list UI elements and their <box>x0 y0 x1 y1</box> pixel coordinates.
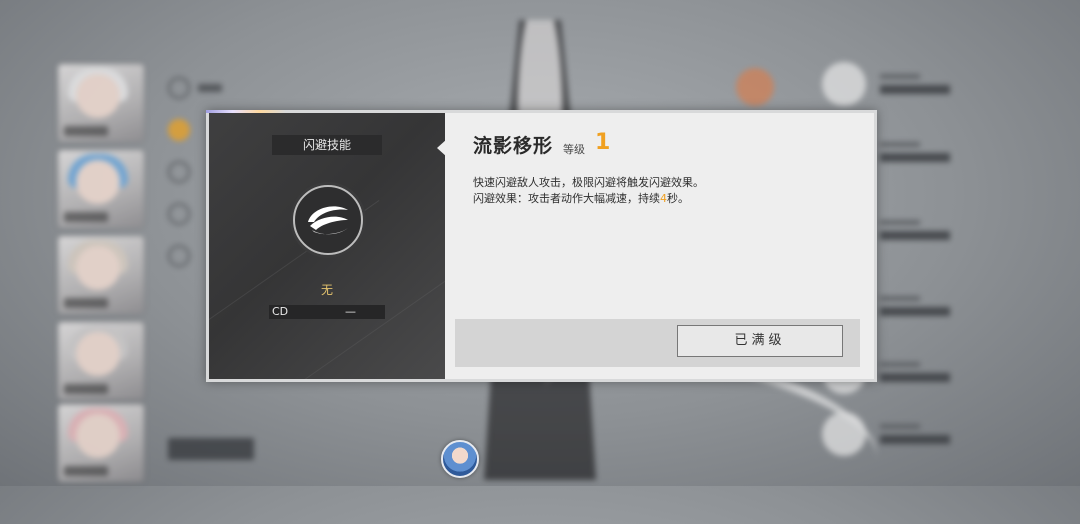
skill-name: 流影移形 <box>473 135 554 157</box>
description-text: 秒。 <box>667 192 689 205</box>
cooldown-label: CD <box>272 305 289 318</box>
description-line: 快速闪避敌人攻击，极限闪避将触发闪避效果。 <box>473 176 704 189</box>
action-footer: 已满级 <box>455 319 860 367</box>
character-card[interactable] <box>58 236 144 314</box>
max-level-button[interactable]: 已满级 <box>677 325 843 357</box>
dodge-swirl-icon <box>293 185 363 255</box>
skill-icon-panel: 闪避技能 无 CD — <box>209 113 445 379</box>
filter-all-button[interactable] <box>168 438 254 460</box>
skill-detail-dialog: 闪避技能 无 CD — 流影移形 等级 1 快速闪避敌人攻击，极限闪避将触发闪避… <box>206 110 877 382</box>
skill-list-item[interactable] <box>822 62 1022 106</box>
description-line: 闪避效果：攻击者动作大幅减速，持续4秒。 <box>473 191 704 207</box>
skill-info-panel: 流影移形 等级 1 快速闪避敌人攻击，极限闪避将触发闪避效果。 闪避效果：攻击者… <box>445 113 874 379</box>
requirement-text: 无 <box>320 283 333 297</box>
background-emblem-icon <box>736 68 774 106</box>
menu-item[interactable] <box>168 77 228 99</box>
character-card[interactable] <box>58 64 144 142</box>
character-card[interactable] <box>58 322 144 400</box>
character-card[interactable] <box>58 404 144 482</box>
level-label: 等级 <box>563 143 585 156</box>
duration-highlight: 4 <box>660 192 667 205</box>
player-avatar[interactable] <box>441 440 479 478</box>
cooldown-value: — <box>345 305 356 318</box>
skill-description: 快速闪避敌人攻击，极限闪避将触发闪避效果。 闪避效果：攻击者动作大幅减速，持续4… <box>473 175 704 207</box>
skill-list-item[interactable] <box>822 412 1022 456</box>
level-value: 1 <box>595 130 611 155</box>
character-card[interactable] <box>58 150 144 228</box>
description-text: 闪避效果：攻击者动作大幅减速，持续 <box>473 192 660 205</box>
skill-category-label: 闪避技能 <box>272 135 382 155</box>
cooldown-bar: CD — <box>269 305 385 319</box>
